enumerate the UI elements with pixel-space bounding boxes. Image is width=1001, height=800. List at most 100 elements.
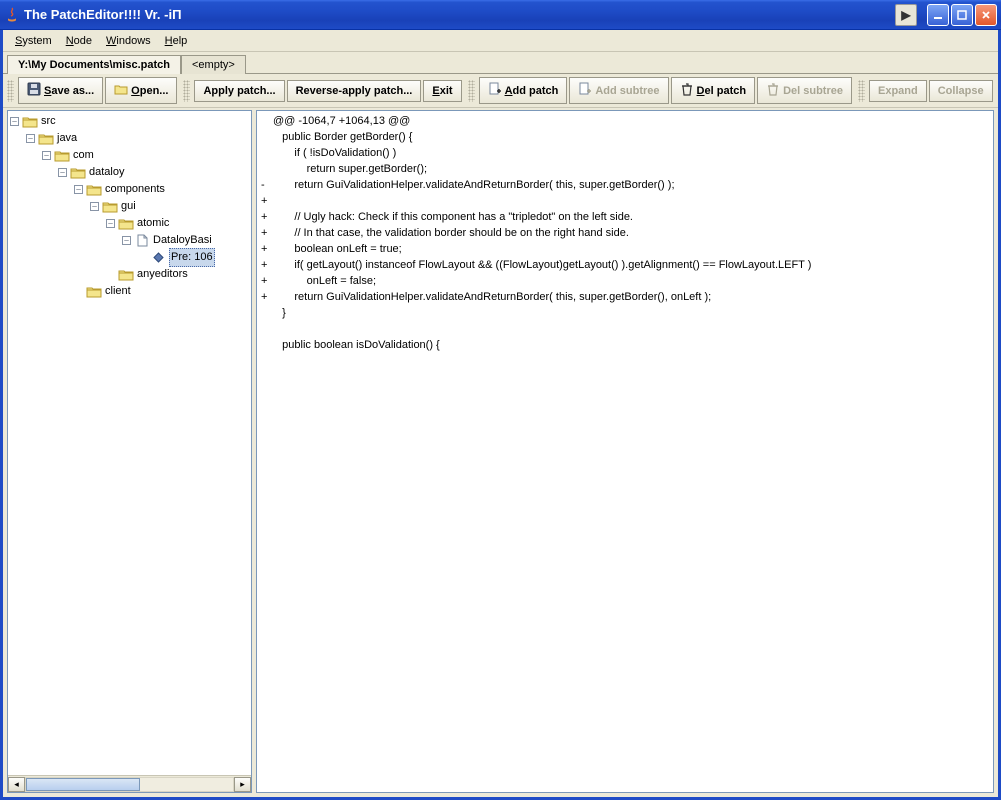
tree-label: com <box>73 147 94 164</box>
tree-label: src <box>41 113 56 130</box>
folder-icon <box>38 132 54 145</box>
code-line: + boolean onLeft = true; <box>261 241 989 257</box>
code-line: } <box>261 305 989 321</box>
menu-help[interactable]: Help <box>159 33 194 49</box>
open-button[interactable]: Open... <box>105 77 177 104</box>
tree-node[interactable]: ⎯ DataloyBasi <box>10 232 251 249</box>
menu-windows[interactable]: Windows <box>100 33 157 49</box>
window-title: The PatchEditor!!!! Vr. -iΠ <box>24 7 181 22</box>
menu-node[interactable]: Node <box>60 33 98 49</box>
trash-icon <box>766 82 780 99</box>
tree-label: components <box>105 181 165 198</box>
apply-button[interactable]: Apply patch... <box>194 80 284 102</box>
tree-node[interactable]: ⎯ java <box>10 130 251 147</box>
tree-handle[interactable]: ⎯ <box>74 185 83 194</box>
toolbar-grip[interactable] <box>7 80 14 102</box>
tree-label: client <box>105 283 131 300</box>
tree-node[interactable]: client <box>10 283 251 300</box>
maximize-button[interactable] <box>951 4 973 26</box>
tree-handle[interactable]: ⎯ <box>122 236 131 245</box>
file-tree[interactable]: ⎯ src ⎯ java ⎯ com ⎯ dataloy ⎯ components ⎯ gui ⎯ ato… <box>8 111 251 302</box>
tab-0[interactable]: Y:\My Documents\misc.patch <box>7 55 181 74</box>
folder-icon <box>86 183 102 196</box>
tree-handle[interactable]: ⎯ <box>26 134 35 143</box>
menu-system[interactable]: System <box>9 33 58 49</box>
scroll-thumb[interactable] <box>26 778 140 791</box>
tree-node[interactable]: ⎯ src <box>10 113 251 130</box>
tree-handle[interactable]: ⎯ <box>10 117 19 126</box>
folder-icon <box>86 285 102 298</box>
tree-node[interactable]: ⎯ atomic <box>10 215 251 232</box>
tree-handle[interactable]: ⎯ <box>58 168 67 177</box>
tree-node[interactable]: ⎯ com <box>10 147 251 164</box>
code-line: return super.getBorder(); <box>261 161 989 177</box>
code-line: - return GuiValidationHelper.validateAnd… <box>261 177 989 193</box>
menubar: System Node Windows Help <box>3 30 998 52</box>
folder-icon <box>22 115 38 128</box>
file-icon <box>134 234 150 247</box>
tab-1[interactable]: <empty> <box>181 55 246 74</box>
code-line: + return GuiValidationHelper.validateAnd… <box>261 289 989 305</box>
diamond-icon <box>150 251 166 264</box>
addpatch-button[interactable]: Add patch <box>479 77 568 104</box>
tab-bar: Y:\My Documents\misc.patch<empty> <box>3 52 998 74</box>
java-icon <box>4 7 20 23</box>
play-button[interactable]: ▶ <box>895 4 917 26</box>
folder-icon <box>118 217 134 230</box>
tree-node[interactable]: ⎯ gui <box>10 198 251 215</box>
code-line: public Border getBorder() { <box>261 129 989 145</box>
scroll-right-button[interactable]: ▸ <box>234 777 251 792</box>
delpatch-button[interactable]: Del patch <box>671 77 756 104</box>
code-line: public boolean isDoValidation() { <box>261 337 989 353</box>
rapply-button[interactable]: Reverse-apply patch... <box>287 80 422 102</box>
minimize-button[interactable] <box>927 4 949 26</box>
code-pane[interactable]: @@ -1064,7 +1064,13 @@ public Border get… <box>256 110 994 793</box>
toolbar-grip[interactable] <box>858 80 865 102</box>
code-line <box>261 321 989 337</box>
exit-button[interactable]: Exit <box>423 80 461 102</box>
code-line: @@ -1064,7 +1064,13 @@ <box>261 113 989 129</box>
delsubtree-button: Del subtree <box>757 77 852 104</box>
toolbar-grip[interactable] <box>183 80 190 102</box>
toolbar: Save as...Open... Apply patch...Reverse-… <box>3 74 998 108</box>
tree-handle[interactable]: ⎯ <box>42 151 51 160</box>
tree-handle[interactable]: ⎯ <box>106 219 115 228</box>
titlebar: The PatchEditor!!!! Vr. -iΠ ▶ <box>0 0 1001 30</box>
folder-icon <box>102 200 118 213</box>
code-line: + <box>261 193 989 209</box>
code-line: + if( getLayout() instanceof FlowLayout … <box>261 257 989 273</box>
tree-label: java <box>57 130 77 147</box>
code-line: if ( !isDoValidation() ) <box>261 145 989 161</box>
folder-icon <box>114 82 128 99</box>
file+-icon <box>488 82 502 99</box>
trash-icon <box>680 82 694 99</box>
tree-node[interactable]: Pre: 106 <box>10 249 251 266</box>
expand-button: Expand <box>869 80 927 102</box>
tree-label: gui <box>121 198 136 215</box>
toolbar-grip[interactable] <box>468 80 475 102</box>
code-line: + // In that case, the validation border… <box>261 225 989 241</box>
save-button[interactable]: Save as... <box>18 77 103 104</box>
file+-icon <box>578 82 592 99</box>
tree-pane: ⎯ src ⎯ java ⎯ com ⎯ dataloy ⎯ components ⎯ gui ⎯ ato… <box>7 110 252 793</box>
tree-node[interactable]: ⎯ components <box>10 181 251 198</box>
folder-icon <box>118 268 134 281</box>
addsubtree-button: Add subtree <box>569 77 668 104</box>
tree-node[interactable]: ⎯ dataloy <box>10 164 251 181</box>
tree-label: DataloyBasi <box>153 232 212 249</box>
tree-label: anyeditors <box>137 266 188 283</box>
folder-icon <box>70 166 86 179</box>
close-button[interactable] <box>975 4 997 26</box>
disk-icon <box>27 82 41 99</box>
code-line: + onLeft = false; <box>261 273 989 289</box>
tree-handle[interactable]: ⎯ <box>90 202 99 211</box>
code-line: + // Ugly hack: Check if this component … <box>261 209 989 225</box>
tree-label: dataloy <box>89 164 124 181</box>
folder-icon <box>54 149 70 162</box>
tree-scrollbar[interactable]: ◂ ▸ <box>8 775 251 792</box>
tree-node[interactable]: anyeditors <box>10 266 251 283</box>
tree-label: atomic <box>137 215 169 232</box>
tree-label: Pre: 106 <box>169 248 215 267</box>
scroll-left-button[interactable]: ◂ <box>8 777 25 792</box>
collapse-button: Collapse <box>929 80 993 102</box>
